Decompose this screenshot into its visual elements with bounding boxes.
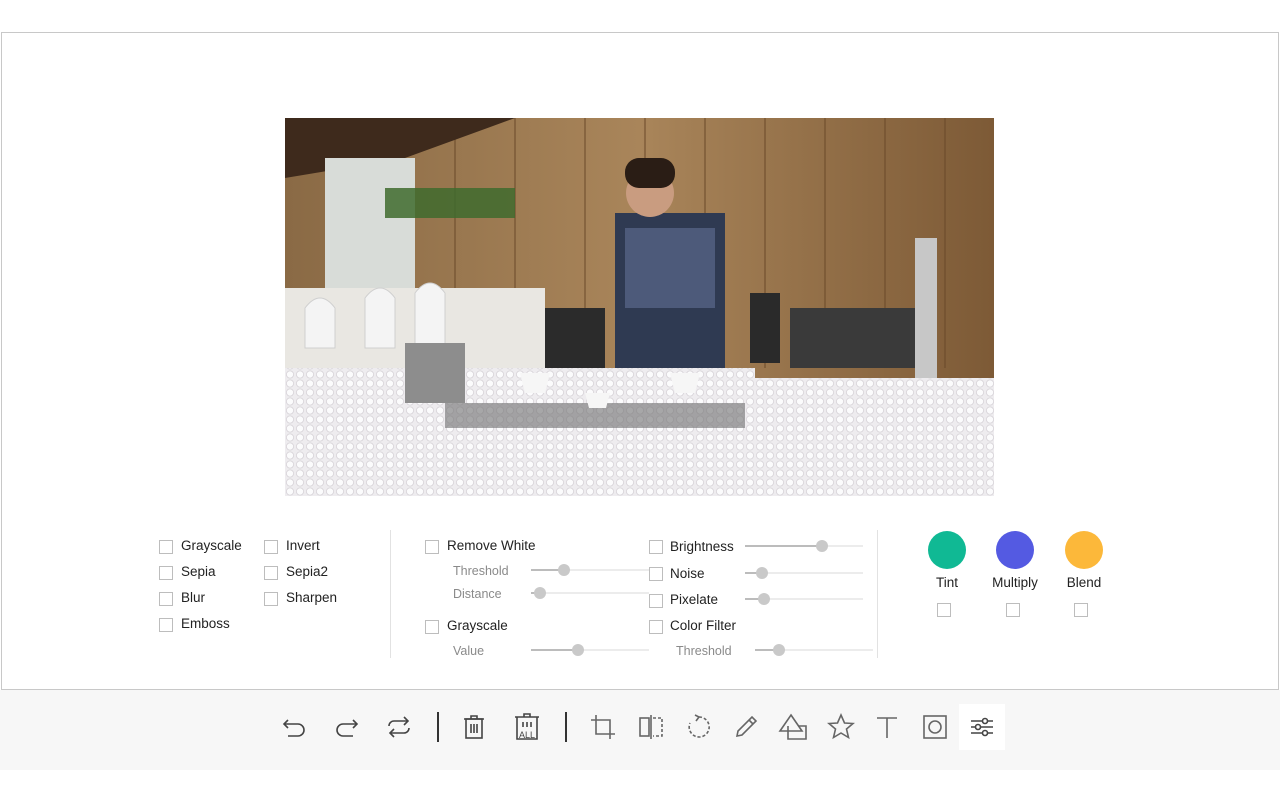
slider-remove-white-distance[interactable]	[531, 587, 649, 599]
slider-grayscale-value[interactable]	[531, 644, 649, 656]
checkbox-sepia[interactable]	[159, 566, 173, 580]
checkbox-sepia2[interactable]	[264, 566, 278, 580]
checkbox-blend[interactable]	[1074, 603, 1088, 617]
label-grayscale-2: Grayscale	[447, 618, 508, 633]
editor-image[interactable]	[285, 118, 994, 496]
text-button[interactable]	[864, 704, 910, 750]
checkbox-grayscale[interactable]	[159, 540, 173, 554]
flip-button[interactable]	[628, 704, 674, 750]
rotate-icon	[688, 714, 710, 738]
delete-all-icon: ALL	[515, 713, 539, 740]
slider-thumb[interactable]	[534, 587, 547, 599]
checkbox-tint[interactable]	[937, 603, 951, 617]
crop-button[interactable]	[580, 704, 626, 750]
checkbox-pixelate[interactable]	[649, 594, 663, 608]
slider-thumb[interactable]	[755, 567, 768, 579]
slider-remove-white-threshold[interactable]	[531, 564, 649, 576]
draw-button[interactable]	[723, 704, 769, 750]
shape-button[interactable]	[770, 704, 816, 750]
label-sepia2: Sepia2	[286, 564, 329, 579]
text-icon	[877, 717, 897, 738]
flip-icon	[639, 715, 663, 739]
tint-color-swatch[interactable]	[928, 531, 966, 569]
checkbox-sharpen[interactable]	[264, 592, 278, 606]
label-noise: Noise	[670, 566, 705, 581]
checkbox-invert[interactable]	[264, 540, 278, 554]
pencil-icon	[735, 715, 758, 738]
slider-thumb[interactable]	[558, 564, 571, 576]
redo-icon	[336, 719, 359, 737]
label-value: Value	[453, 644, 485, 658]
checkbox-noise[interactable]	[649, 567, 663, 581]
star-icon	[827, 713, 855, 740]
undo-button[interactable]	[271, 704, 317, 750]
label-blend: Blend	[1066, 575, 1102, 590]
label-grayscale: Grayscale	[181, 538, 242, 553]
slider-thumb[interactable]	[572, 644, 585, 656]
checkbox-brightness[interactable]	[649, 540, 663, 554]
reset-icon	[388, 716, 410, 738]
slider-brightness[interactable]	[745, 540, 863, 552]
delete-icon	[464, 715, 484, 739]
shape-icon	[778, 713, 807, 740]
filter-button[interactable]	[959, 704, 1005, 750]
multiply-color-swatch[interactable]	[996, 531, 1034, 569]
checkbox-color-filter[interactable]	[649, 620, 663, 634]
mask-icon	[923, 715, 947, 739]
toolbar-separator	[437, 712, 439, 742]
delete-button[interactable]	[451, 704, 497, 750]
bottom-toolbar: ALL	[0, 690, 1280, 770]
label-color-filter: Color Filter	[670, 618, 737, 633]
label-remove-white: Remove White	[447, 538, 536, 553]
checkbox-emboss[interactable]	[159, 618, 173, 632]
label-emboss: Emboss	[181, 616, 230, 631]
label-brightness: Brightness	[670, 539, 734, 554]
label-pixelate: Pixelate	[670, 592, 719, 607]
icon-button[interactable]	[818, 704, 864, 750]
slider-pixelate[interactable]	[745, 593, 863, 605]
label-distance: Distance	[453, 587, 502, 601]
slider-color-filter-threshold[interactable]	[755, 644, 873, 656]
slider-thumb[interactable]	[772, 644, 785, 656]
divider	[390, 530, 391, 658]
label-invert: Invert	[286, 538, 320, 553]
crop-icon	[591, 715, 615, 739]
coffee-bar-photo	[285, 118, 994, 496]
delete-all-text: ALL	[519, 730, 535, 740]
divider	[877, 530, 878, 658]
label-threshold: Threshold	[453, 564, 509, 578]
toolbar-separator	[565, 712, 567, 742]
checkbox-multiply[interactable]	[1006, 603, 1020, 617]
reset-button[interactable]	[376, 704, 422, 750]
label-blur: Blur	[181, 590, 206, 605]
mask-button[interactable]	[912, 704, 958, 750]
checkbox-grayscale-2[interactable]	[425, 620, 439, 634]
undo-icon	[282, 719, 305, 737]
redo-button[interactable]	[324, 704, 370, 750]
label-multiply: Multiply	[992, 575, 1038, 590]
delete-all-button[interactable]: ALL	[504, 704, 550, 750]
label-color-filter-threshold: Threshold	[676, 644, 732, 658]
label-sharpen: Sharpen	[286, 590, 338, 605]
blend-color-swatch[interactable]	[1065, 531, 1103, 569]
slider-noise[interactable]	[745, 567, 863, 579]
rotate-button[interactable]	[676, 704, 722, 750]
slider-thumb[interactable]	[757, 593, 770, 605]
checkbox-blur[interactable]	[159, 592, 173, 606]
checkbox-remove-white[interactable]	[425, 540, 439, 554]
label-sepia: Sepia	[181, 564, 216, 579]
filter-icon	[971, 717, 993, 737]
slider-thumb[interactable]	[815, 540, 828, 552]
